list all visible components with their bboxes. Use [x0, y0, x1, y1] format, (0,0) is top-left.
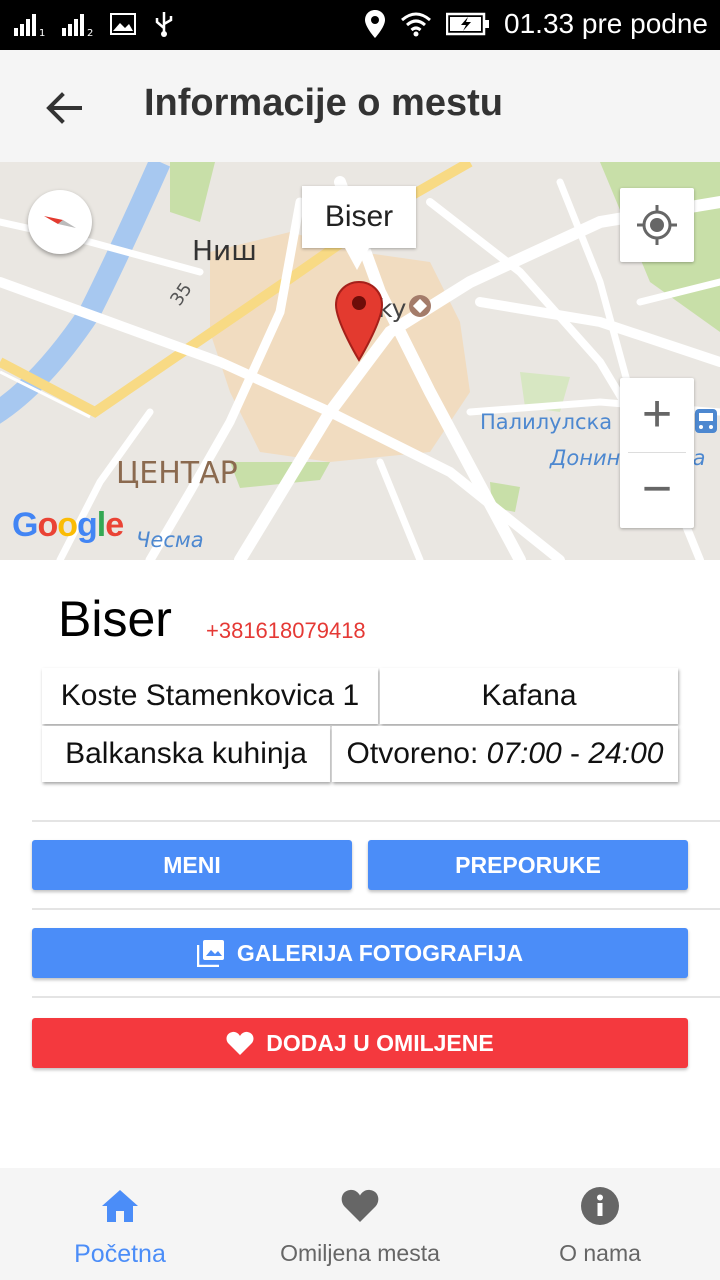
place-address: Koste Stamenkovica 1: [42, 668, 378, 724]
my-location-button[interactable]: [620, 188, 694, 262]
app-toolbar: Informacije o mestu: [0, 50, 720, 162]
divider: [32, 820, 720, 822]
heart-icon: [341, 1189, 379, 1222]
address-text: Koste Stamenkovica 1: [60, 679, 360, 712]
svg-text:2: 2: [87, 28, 93, 36]
info-window-tail: [345, 248, 369, 270]
map-label-cesma: Чесма: [136, 528, 204, 552]
place-hours: Otvoreno: 07:00 - 24:00: [332, 726, 678, 782]
nav-item-favorites[interactable]: Omiljena mesta: [240, 1168, 480, 1280]
battery-charging-icon: [446, 12, 490, 36]
page-title: Informacije o mestu: [144, 82, 503, 124]
hours-sep: -: [561, 737, 589, 770]
recommendations-button-label: PREPORUKE: [455, 851, 601, 878]
compass-button[interactable]: [28, 190, 92, 254]
arrow-back-icon[interactable]: [40, 84, 88, 132]
google-logo: Google: [12, 506, 124, 544]
image-icon: [110, 13, 136, 35]
add-to-favorites-button[interactable]: DODAJ U OMILJENE: [32, 1018, 688, 1068]
bus-stop-icon: [695, 409, 717, 433]
zoom-out-button[interactable]: −: [620, 453, 694, 527]
location-icon: [365, 10, 386, 38]
place-phone[interactable]: +381618079418: [206, 618, 366, 644]
info-icon: [581, 1187, 619, 1225]
place-name: Biser: [58, 591, 172, 647]
status-bar: 1 2 01.33 pre podne: [0, 0, 720, 50]
cuisine-text: Balkanska kuhinja: [65, 737, 307, 770]
add-to-favorites-label: DODAJ U OMILJENE: [266, 1029, 494, 1056]
nav-item-home[interactable]: Početna: [0, 1168, 240, 1280]
signal-sim2-icon: 2: [62, 14, 93, 36]
recommendations-button[interactable]: PREPORUKE: [368, 840, 688, 890]
nav-label-about: O nama: [559, 1240, 641, 1266]
menu-button[interactable]: MENI: [32, 840, 352, 890]
zoom-in-button[interactable]: +: [620, 378, 694, 452]
nav-item-about[interactable]: O nama: [480, 1168, 720, 1280]
compass-icon: [44, 216, 76, 228]
signal-sim1-icon: 1: [14, 14, 45, 36]
map-label-city: Ниш: [192, 234, 257, 267]
photo-library-icon: [196, 940, 224, 967]
status-time: 01.33 pre podne: [504, 8, 708, 39]
hours-label: Otvoreno:: [346, 737, 479, 770]
poi-icon: [409, 295, 431, 317]
heart-icon: [226, 1031, 254, 1055]
bottom-navigation: Početna Omiljena mesta O nama: [0, 1168, 720, 1280]
wifi-icon: [401, 12, 432, 37]
gallery-button[interactable]: GALERIJA FOTOGRAFIJA: [32, 928, 688, 978]
gallery-button-label: GALERIJA FOTOGRAFIJA: [236, 939, 524, 966]
divider: [32, 996, 720, 998]
nav-label-favorites: Omiljena mesta: [280, 1240, 440, 1266]
map-view[interactable]: Ниш 35 ЦЕНТАР Палилулска рампа Донина че…: [0, 162, 720, 560]
map-marker-icon[interactable]: [334, 280, 384, 362]
my-location-icon: [637, 205, 677, 245]
type-text: Kafana: [481, 679, 577, 712]
home-icon: [102, 1190, 138, 1222]
nav-label-home: Početna: [74, 1240, 166, 1268]
hours-open: 07:00: [486, 737, 562, 770]
zoom-controls: + −: [620, 378, 694, 528]
divider: [32, 908, 720, 910]
place-cuisine: Balkanska kuhinja: [42, 726, 330, 782]
marker-info-window[interactable]: Biser: [302, 186, 416, 248]
svg-text:1: 1: [39, 28, 45, 36]
place-type: Kafana: [380, 668, 678, 724]
menu-button-label: MENI: [163, 851, 221, 878]
map-label-center: ЦЕНТАР: [116, 456, 238, 491]
usb-icon: [155, 12, 173, 37]
hours-close: 24:00: [588, 737, 664, 770]
